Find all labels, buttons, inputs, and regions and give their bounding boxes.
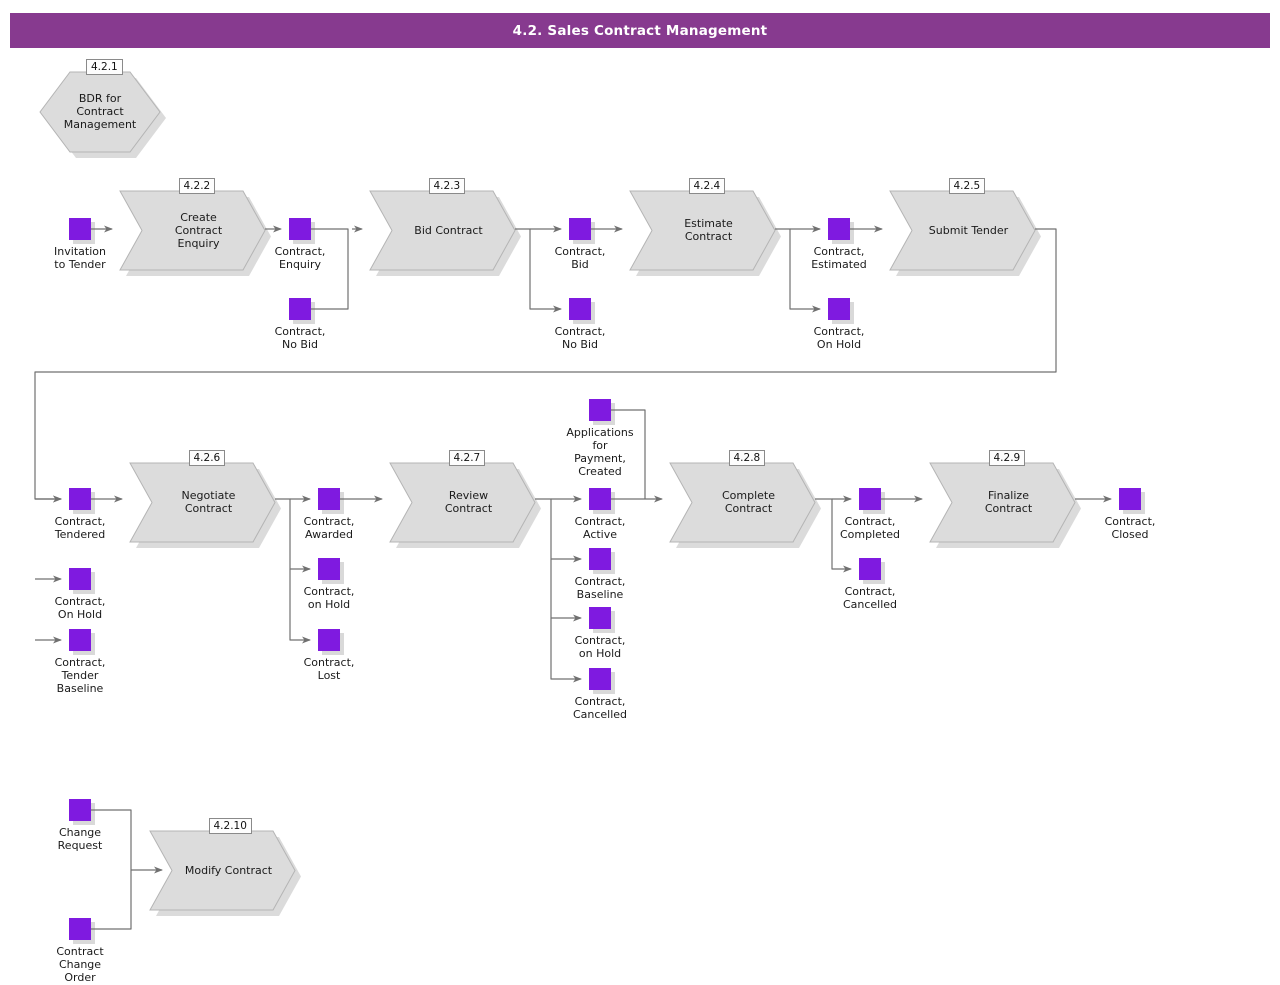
connector-layer <box>34 71 1145 944</box>
process-number-badge: 4.2.7 <box>448 450 486 466</box>
connector-c31 <box>91 870 132 930</box>
process-number-badge: 4.2.2 <box>178 178 216 194</box>
process-number-badge: 4.2.6 <box>188 450 226 466</box>
state-node-s_bid[interactable] <box>569 218 591 240</box>
process-shape-4-2-8[interactable] <box>669 462 816 543</box>
process-shape-4-2-4[interactable] <box>629 190 776 271</box>
connector-c5 <box>515 228 562 313</box>
connector-c20 <box>535 498 582 563</box>
process-number-badge: 4.2.4 <box>688 178 726 194</box>
state-node-s_active[interactable] <box>589 488 611 510</box>
state-node-s_appforpay[interactable] <box>589 399 611 421</box>
state-node-s_tenderbase[interactable] <box>69 629 91 651</box>
state-node-s_changereq[interactable] <box>69 799 91 821</box>
state-node-s_estimated[interactable] <box>828 218 850 240</box>
state-node-s_onhold3[interactable] <box>318 558 340 580</box>
process-shape-4-2-6[interactable] <box>129 462 276 543</box>
connector-c24 <box>611 409 646 499</box>
process-shape-4-2-3[interactable] <box>369 190 516 271</box>
state-node-s_cancelled2[interactable] <box>859 558 881 580</box>
connector-c30 <box>91 809 163 874</box>
process-shape-4-2-2[interactable] <box>119 190 266 271</box>
state-node-s_nobid1[interactable] <box>289 298 311 320</box>
process-shape-4-2-9[interactable] <box>929 462 1076 543</box>
state-node-s_enq[interactable] <box>289 218 311 240</box>
process-number-badge: 4.2.8 <box>728 450 766 466</box>
connector-c18 <box>289 569 311 644</box>
state-node-s_awarded[interactable] <box>318 488 340 510</box>
process-number-badge: 4.2.9 <box>988 450 1026 466</box>
state-node-s_nobid2[interactable] <box>569 298 591 320</box>
connector-paths <box>34 225 1112 930</box>
state-node-s_tendered[interactable] <box>69 488 91 510</box>
process-shape-4-2-7[interactable] <box>389 462 536 543</box>
state-node-s_lost[interactable] <box>318 629 340 651</box>
connector-c23 <box>550 618 582 683</box>
process-number-badge: 4.2.1 <box>86 59 123 75</box>
state-node-s_onhold2[interactable] <box>69 568 91 590</box>
state-node-s_completed[interactable] <box>859 488 881 510</box>
process-shape-layer <box>39 71 1081 916</box>
state-node-s_changeorder[interactable] <box>69 918 91 940</box>
state-node-s_cancelled1[interactable] <box>589 668 611 690</box>
process-shape-4-2-10[interactable] <box>149 830 296 911</box>
process-number-badge: 4.2.5 <box>948 178 986 194</box>
connector-c22 <box>550 559 582 622</box>
connector-c3 <box>311 228 349 310</box>
process-diagram-canvas: 4.2. Sales Contract Management BDR for C… <box>0 0 1280 985</box>
state-node-s_invitation[interactable] <box>69 218 91 240</box>
state-node-s_closed[interactable] <box>1119 488 1141 510</box>
process-shape-4-2-5[interactable] <box>889 190 1036 271</box>
state-node-s_onhold4[interactable] <box>589 607 611 629</box>
connector-c8 <box>775 228 821 313</box>
state-node-s_baseline[interactable] <box>589 548 611 570</box>
state-node-s_onhold1[interactable] <box>828 298 850 320</box>
process-number-badge: 4.2.3 <box>428 178 466 194</box>
process-number-badge: 4.2.10 <box>208 818 252 834</box>
